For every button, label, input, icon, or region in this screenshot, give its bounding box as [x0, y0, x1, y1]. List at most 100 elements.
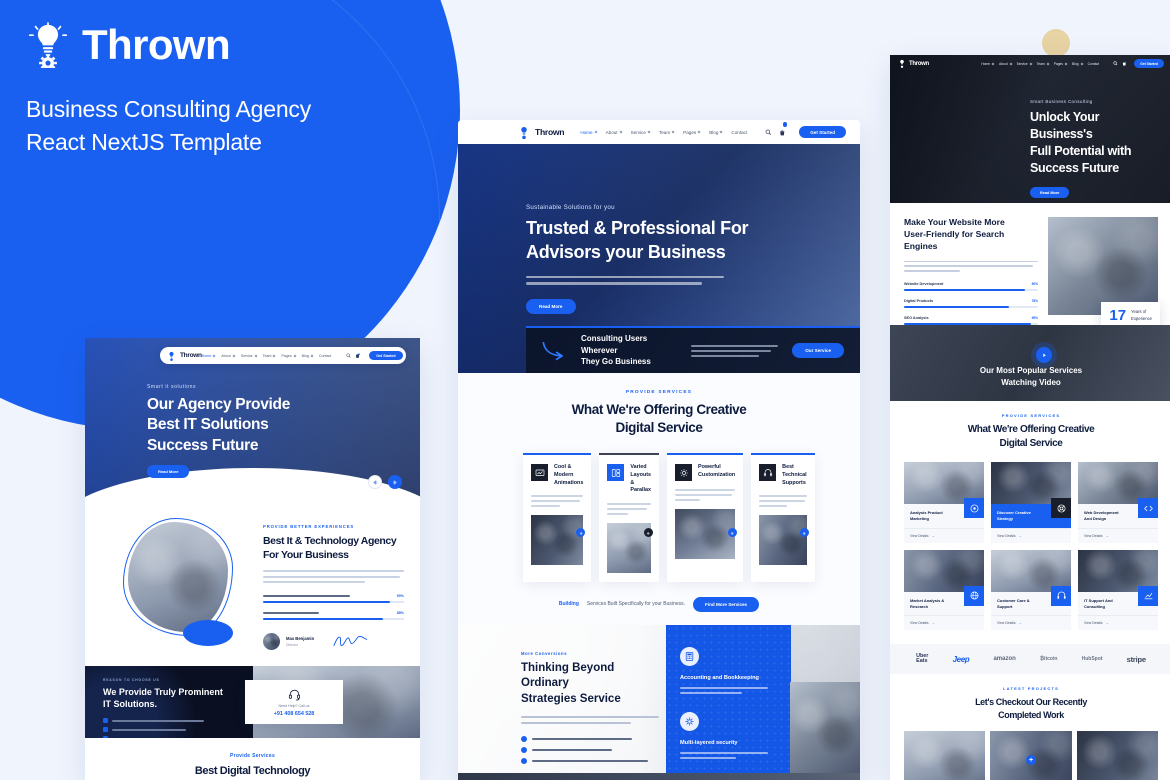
nav-item-about[interactable]: About [999, 62, 1013, 66]
search-icon[interactable] [346, 353, 351, 358]
project-thumb[interactable]: + [990, 731, 1072, 780]
cart-icon[interactable] [1122, 61, 1127, 67]
left-hero-prev-button[interactable] [368, 475, 382, 489]
nav-item-contact[interactable]: Contact [1088, 62, 1099, 66]
cart-icon[interactable] [355, 352, 361, 359]
nav-item-team[interactable]: Team [263, 354, 276, 358]
right-card-3-link[interactable]: View Details → [1078, 527, 1158, 543]
right-nav[interactable]: Thrown Home About Service Team Pages Blo… [890, 55, 1170, 72]
left-hero-next-button[interactable] [388, 475, 402, 489]
right-card-1-link[interactable]: View Details → [904, 527, 984, 543]
nav-item-about[interactable]: About [221, 354, 236, 358]
center-nav[interactable]: Thrown Home About Service Team Pages Blo… [458, 120, 860, 144]
right-hero-read-more-button[interactable]: Read More [1030, 187, 1070, 199]
check-icon [521, 736, 527, 743]
list-item [521, 736, 663, 743]
service-card[interactable]: Cool & Modern Animations [523, 453, 592, 582]
left-get-started-button[interactable]: Get Started [369, 350, 403, 361]
nav-item-blog[interactable]: Blog [709, 130, 723, 135]
right-services-title-line-1: What We're Offering Creative [967, 424, 1095, 435]
left-nav-items[interactable]: Home About Service Team Pages Blog Conta… [202, 350, 403, 361]
left-mockup-window[interactable]: Thrown Home About Service Team Pages Blo… [85, 338, 420, 780]
nav-item-contact[interactable]: Contact [731, 130, 747, 135]
project-thumb[interactable] [1076, 731, 1158, 780]
right-nav-logo[interactable]: Thrown [898, 59, 929, 68]
center-feature-1[interactable]: Accounting and Bookkeeping [680, 646, 777, 695]
service-card[interactable]: Varied Layouts & Parallax [599, 453, 660, 582]
nav-item-blog[interactable]: Blog [1072, 62, 1084, 66]
left-nav-icons[interactable] [346, 352, 361, 359]
promo-tagline: Business Consulting Agency React NextJS … [26, 93, 426, 158]
center-hero-read-more-button[interactable]: Read More [526, 298, 576, 314]
left-hero-read-more-button[interactable]: Read More [147, 465, 190, 479]
nav-item-service[interactable]: Service [631, 130, 651, 135]
service-card-3-title-line-2: Customization [698, 472, 736, 478]
cart-icon[interactable] [779, 129, 786, 137]
center-mockup-window[interactable]: Thrown Home About Service Team Pages Blo… [458, 120, 860, 780]
right-nav-items[interactable]: Home About Service Team Pages Blog Conta… [981, 59, 1164, 68]
center-services-title: What We're Offering Creative Digital Ser… [478, 401, 840, 437]
nav-item-home[interactable]: Home [202, 354, 216, 358]
nav-item-pages[interactable]: Pages [683, 130, 701, 135]
nav-item-team[interactable]: Team [659, 130, 675, 135]
left-call-card[interactable]: Need Help? Call us +91 408 654 528 [245, 680, 343, 724]
center-find-more-services-button[interactable]: Find More Services [692, 596, 760, 612]
right-card-6-link[interactable]: View Details → [1078, 615, 1158, 630]
service-card[interactable]: Analysis Product Marketing View Details … [904, 462, 984, 543]
plus-icon[interactable]: + [1025, 755, 1036, 766]
service-card-2-arrow-button[interactable] [644, 528, 654, 538]
chart-animation-icon [531, 464, 548, 482]
nav-item-team[interactable]: Team [1037, 62, 1050, 66]
service-card-4-arrow-button[interactable] [799, 528, 809, 538]
service-card[interactable]: Customer Care & Support View Details → [991, 549, 1071, 631]
service-card[interactable]: Powerful Customization [667, 453, 744, 582]
center-get-started-button[interactable]: Get Started [799, 125, 846, 139]
nav-item-home[interactable]: Home [580, 130, 597, 135]
center-nav-logo[interactable]: Thrown [518, 126, 565, 139]
center-feature-panel: Accounting and Bookkeeping Multi-layered… [666, 624, 791, 773]
search-icon[interactable] [1113, 61, 1118, 66]
right-seo-section: Make Your Website More User-Friendly for… [890, 203, 1170, 329]
center-our-service-button[interactable]: Our Service [792, 343, 844, 358]
right-card-2-link[interactable]: View Details → [991, 527, 1071, 543]
right-mockup-window[interactable]: Thrown Home About Service Team Pages Blo… [890, 55, 1170, 780]
left-about-title: Best It & Technology Agency For Your Bus… [263, 534, 404, 562]
left-call-phone[interactable]: +91 408 654 528 [274, 711, 315, 717]
left-nav[interactable]: Thrown Home About Service Team Pages Blo… [160, 347, 406, 364]
nav-item-blog[interactable]: Blog [302, 354, 314, 358]
right-card-4-link[interactable]: View Details → [904, 615, 984, 630]
left-person-role: Director [286, 642, 298, 647]
nav-item-service[interactable]: Service [241, 354, 258, 358]
center-nav-items[interactable]: Home About Service Team Pages Blog Conta… [580, 122, 846, 141]
globe-icon [964, 585, 984, 606]
left-nav-logo[interactable]: Thrown [167, 351, 202, 361]
nav-item-about[interactable]: About [606, 130, 623, 135]
nav-item-pages[interactable]: Pages [281, 354, 297, 358]
right-nav-icons[interactable] [1113, 61, 1127, 67]
center-cart[interactable] [779, 122, 788, 141]
nav-item-pages[interactable]: Pages [1054, 62, 1068, 66]
brand-bitcoin: ₿itcoin [1039, 656, 1058, 663]
chevron-down-icon [991, 62, 995, 65]
nav-item-contact[interactable]: Contact [319, 354, 331, 358]
nav-item-home[interactable]: Home [981, 62, 995, 66]
service-card[interactable]: Best Technical Supports [751, 453, 815, 582]
service-card[interactable]: IT Support And Consulting View Details → [1078, 549, 1158, 631]
service-card[interactable]: Market Analysis & Research View Details … [904, 549, 984, 631]
nav-item-service[interactable]: Service [1017, 62, 1033, 66]
right-play-button[interactable] [1036, 347, 1052, 363]
service-card[interactable]: Discover Creative Strategy View Details … [991, 462, 1071, 543]
project-thumb[interactable] [904, 731, 986, 780]
center-nav-icons[interactable] [765, 122, 788, 141]
center-feature-2[interactable]: Multi-layered security [680, 712, 777, 760]
right-seo-paragraph [904, 260, 1038, 273]
service-card[interactable]: Web Development And Design View Details … [1078, 462, 1158, 543]
right-get-started-button[interactable]: Get Started [1134, 59, 1164, 68]
left-choose-eyebrow: Reason to choose us [103, 678, 160, 682]
right-card-5-link[interactable]: View Details → [991, 615, 1071, 630]
service-card-3-arrow-button[interactable] [728, 528, 738, 538]
service-card-1-arrow-button[interactable] [576, 528, 586, 538]
center-services-footer-highlight: Building [558, 601, 579, 608]
chevron-down-icon [1064, 62, 1068, 65]
search-icon[interactable] [765, 129, 772, 136]
